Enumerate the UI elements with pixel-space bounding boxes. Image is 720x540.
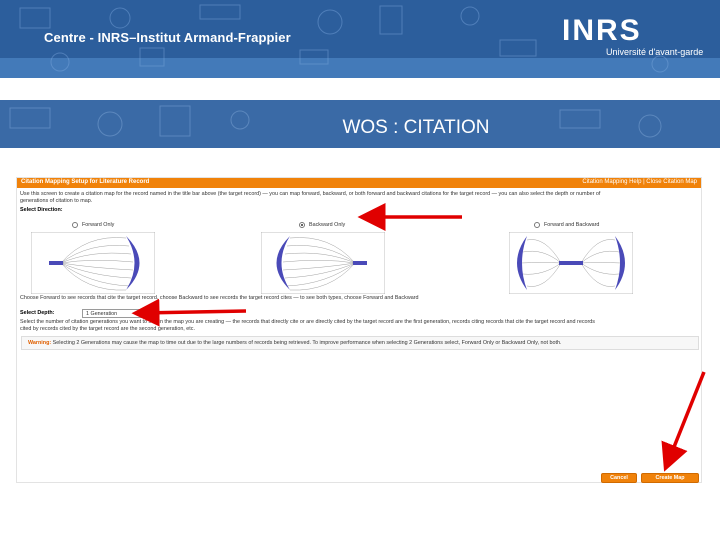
- depth-select-value: 1 Generation: [86, 311, 118, 317]
- forward-and-backward-label[interactable]: Forward and Backward: [544, 222, 599, 228]
- citation-mapping-panel: Citation Mapping Setup for Literature Re…: [16, 177, 702, 483]
- create-map-button[interactable]: Create Map: [641, 473, 699, 483]
- header-banner: Centre - INRS–Institut Armand-Frappier I…: [0, 0, 720, 78]
- intro-text-line2: generations of citation to map.: [20, 198, 93, 204]
- forward-map-thumbnail[interactable]: [31, 232, 155, 294]
- depth-help-line2: cited by records cited by the target rec…: [20, 326, 195, 332]
- backward-map-thumbnail[interactable]: [261, 232, 385, 294]
- panel-title: Citation Mapping Setup for Literature Re…: [21, 179, 150, 185]
- backward-only-label[interactable]: Backward Only: [309, 222, 345, 228]
- intro-text-line1: Use this screen to create a citation map…: [20, 191, 601, 197]
- slide: Centre - INRS–Institut Armand-Frappier I…: [0, 0, 720, 540]
- inrs-tagline: Université d'avant-garde: [606, 47, 704, 57]
- white-strip: [0, 78, 720, 100]
- forward-and-backward-radio[interactable]: [534, 222, 540, 228]
- slide-title: WOS : CITATION: [342, 117, 490, 138]
- forward-only-label[interactable]: Forward Only: [82, 222, 114, 228]
- warning-message: Warning: Selecting 2 Generations may cau…: [28, 340, 562, 346]
- warning-label: Warning:: [28, 340, 52, 346]
- institute-name: Centre - INRS–Institut Armand-Frappier: [44, 30, 291, 45]
- chevron-down-icon: ▼: [134, 311, 139, 317]
- select-direction-label: Select Direction:: [20, 207, 63, 213]
- warning-text: Selecting 2 Generations may cause the ma…: [51, 340, 562, 346]
- backward-only-radio[interactable]: [299, 222, 305, 228]
- warning-box: Warning: Selecting 2 Generations may cau…: [21, 336, 699, 350]
- depth-help-line1: Select the number of citation generation…: [20, 319, 595, 325]
- panel-header: Citation Mapping Setup for Literature Re…: [17, 178, 701, 188]
- depth-select[interactable]: 1 Generation ▼: [82, 309, 142, 318]
- forward-and-backward-map-thumbnail[interactable]: [509, 232, 633, 294]
- direction-help-text: Choose Forward to see records that cite …: [20, 295, 419, 301]
- help-close-links[interactable]: Citation Mapping Help | Close Citation M…: [582, 179, 697, 185]
- inrs-logo: INRS: [562, 14, 642, 47]
- forward-only-radio[interactable]: [72, 222, 78, 228]
- cancel-button[interactable]: Cancel: [601, 473, 637, 483]
- select-depth-label: Select Depth:: [20, 310, 55, 316]
